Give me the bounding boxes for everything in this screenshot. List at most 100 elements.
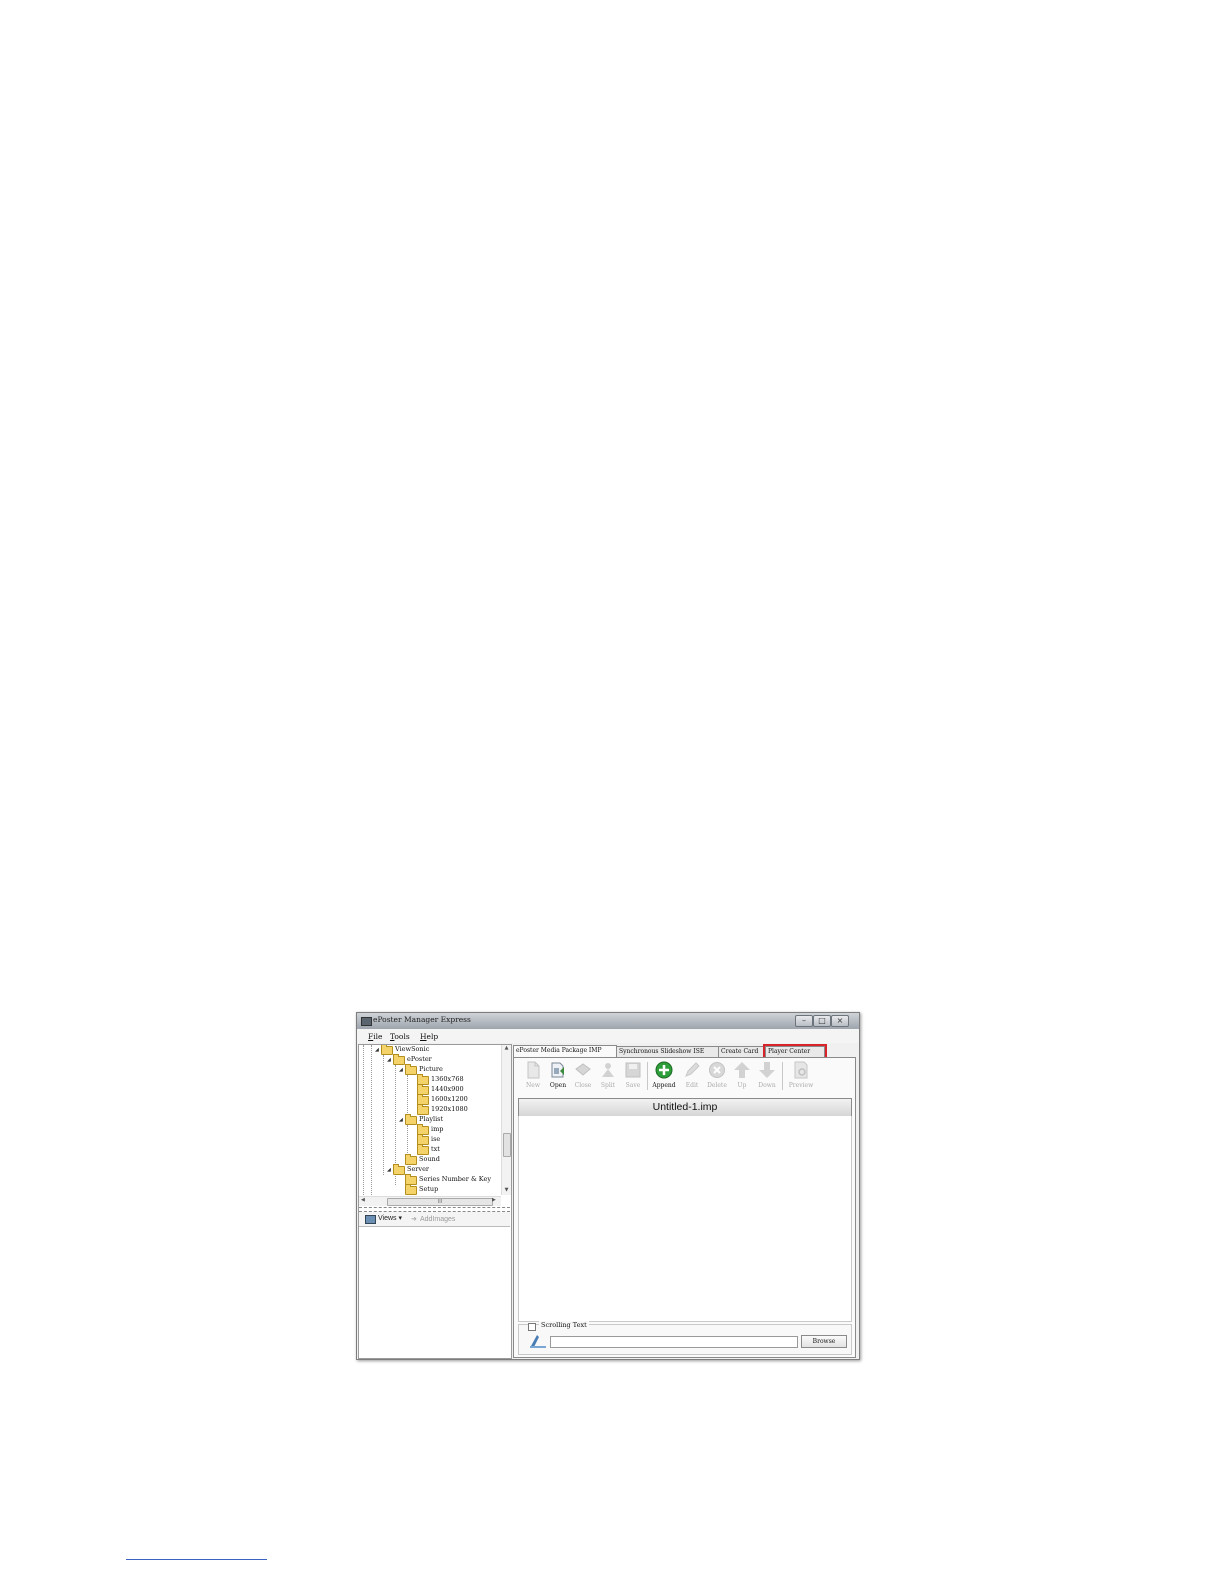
add-images-label: AddImages [420, 1216, 456, 1223]
preview-button[interactable]: Preview [788, 1060, 814, 1092]
title-bar[interactable]: ePoster Manager Express – □ × [357, 1013, 859, 1029]
tree-node-label: 1440x900 [431, 1085, 464, 1093]
tree-node[interactable]: Setup [399, 1184, 439, 1195]
tree-node-label: 1600x1200 [431, 1095, 468, 1103]
tree-node-label: ViewSonic [395, 1045, 430, 1053]
scroll-left-arrow-icon[interactable]: ◀ [361, 1197, 365, 1203]
menu-tools[interactable]: Tools [390, 1032, 410, 1041]
tree-node-label: Picture [419, 1065, 443, 1073]
preview-icon [794, 1061, 808, 1079]
menu-bar: File Tools Help [357, 1029, 859, 1043]
views-button[interactable]: Views ▾ [365, 1214, 402, 1224]
left-pane: ◢ ViewSonic ◢ ePoster ◢ Picture 1360x768 1440x9… [358, 1044, 512, 1359]
add-images-button[interactable]: ➜ AddImages [411, 1215, 455, 1223]
tree-guide-line [383, 1055, 384, 1175]
folder-icon [405, 1064, 417, 1075]
add-images-arrow-icon: ➜ [411, 1216, 417, 1223]
save-button[interactable]: Save [620, 1060, 646, 1092]
scrolling-text-icon [530, 1335, 546, 1348]
tree-guide-line [407, 1075, 408, 1115]
split-icon [602, 1063, 614, 1077]
tree-node-label: ePoster [407, 1055, 432, 1063]
tree-node[interactable]: Sound [399, 1154, 440, 1165]
tree-node-label: imp [431, 1125, 444, 1133]
folder-tree[interactable]: ◢ ViewSonic ◢ ePoster ◢ Picture 1360x768 1440x9… [359, 1045, 501, 1195]
scrolling-text-label: Scrolling Text [539, 1321, 589, 1329]
tree-node[interactable]: imp [411, 1124, 444, 1135]
close-button[interactable]: × [831, 1015, 849, 1027]
tree-node-label: Sound [419, 1155, 440, 1163]
views-icon [365, 1215, 376, 1224]
document-title: Untitled-1.imp [518, 1098, 852, 1117]
scroll-down-arrow-icon[interactable]: ▼ [503, 1187, 510, 1194]
browse-button[interactable]: Browse [801, 1335, 847, 1348]
package-content-area[interactable] [518, 1116, 852, 1322]
folder-icon [393, 1054, 405, 1065]
preview-button-label: Preview [788, 1082, 814, 1089]
folder-icon [405, 1184, 417, 1195]
edit-icon [685, 1062, 700, 1077]
folder-icon [381, 1045, 393, 1055]
arrow-up-icon [734, 1062, 750, 1078]
folder-icon [417, 1144, 429, 1155]
tree-horizontal-scrollbar[interactable]: ◀ III ▶ [359, 1196, 501, 1206]
right-pane: ePoster Media Package IMP Synchronous Sl… [513, 1044, 856, 1358]
close-package-icon [575, 1063, 591, 1076]
tree-node-label: 1360x768 [431, 1075, 464, 1083]
down-button-label: Down [758, 1082, 776, 1089]
new-document-icon [527, 1061, 540, 1079]
tab-media-package[interactable]: ePoster Media Package IMP [513, 1045, 617, 1057]
tree-node[interactable]: ise [411, 1134, 441, 1145]
maximize-button[interactable]: □ [813, 1015, 831, 1027]
toolbar-separator [782, 1062, 783, 1090]
save-icon [625, 1062, 641, 1078]
folder-icon [405, 1114, 417, 1125]
append-icon [655, 1061, 673, 1079]
tree-guide-line [363, 1045, 364, 1195]
tree-guide-line [407, 1125, 408, 1155]
tab-strip: ePoster Media Package IMP Synchronous Sl… [513, 1044, 856, 1059]
folder-icon [417, 1104, 429, 1115]
tree-node-label: 1920x1080 [431, 1105, 468, 1113]
tree-node-label: txt [431, 1145, 440, 1153]
footnote-separator [126, 1559, 267, 1560]
tree-node-label: Series Number & Key [419, 1175, 492, 1183]
tree-node-label: ise [431, 1135, 441, 1143]
scrolling-text-group: Scrolling Text Browse [518, 1321, 852, 1355]
tab-synchronous-slideshow[interactable]: Synchronous Slideshow ISE [616, 1046, 719, 1057]
open-icon [551, 1062, 564, 1078]
append-button[interactable]: Append [651, 1060, 677, 1092]
scrolling-text-input[interactable] [550, 1336, 798, 1348]
save-button-label: Save [625, 1082, 641, 1089]
media-package-panel: New Open Close Split Save Append Edit De… [513, 1057, 856, 1358]
minimize-button[interactable]: – [795, 1015, 813, 1027]
tab-player-center[interactable]: Player Center [763, 1044, 827, 1059]
folder-icon [393, 1164, 405, 1175]
window-title: ePoster Manager Express [373, 1015, 471, 1024]
scroll-thumb[interactable]: III [387, 1198, 493, 1206]
scrolling-text-checkbox[interactable] [528, 1323, 536, 1331]
folder-icon [405, 1154, 417, 1165]
app-window: ePoster Manager Express – □ × File Tools… [356, 1012, 860, 1360]
delete-icon [709, 1062, 725, 1078]
tree-vertical-scrollbar[interactable]: ▲ ▼ [501, 1045, 511, 1195]
tree-node[interactable]: txt [411, 1144, 440, 1155]
arrow-down-icon [759, 1062, 775, 1078]
tree-node[interactable]: Series Number & Key [399, 1174, 492, 1185]
tree-node-label: Setup [419, 1185, 439, 1193]
scroll-up-arrow-icon[interactable]: ▲ [503, 1045, 510, 1052]
scroll-right-arrow-icon[interactable]: ▶ [492, 1197, 496, 1203]
tree-node-label: Server [407, 1165, 430, 1173]
views-toolbar: Views ▾ ➜ AddImages [359, 1212, 510, 1227]
tab-create-card[interactable]: Create Card [718, 1046, 767, 1057]
move-down-button[interactable]: Down [754, 1060, 780, 1092]
package-toolbar: New Open Close Split Save Append Edit De… [518, 1060, 848, 1092]
menu-file[interactable]: File [368, 1032, 382, 1041]
menu-help[interactable]: Help [420, 1032, 438, 1041]
tree-node[interactable]: 1920x1080 [411, 1104, 468, 1115]
scroll-thumb[interactable] [503, 1133, 511, 1157]
tree-node-label: Playlist [419, 1115, 444, 1123]
tree-guide-line [371, 1045, 372, 1195]
tree-node[interactable]: ◢ ViewSonic [375, 1045, 429, 1055]
views-label: Views ▾ [378, 1215, 403, 1222]
